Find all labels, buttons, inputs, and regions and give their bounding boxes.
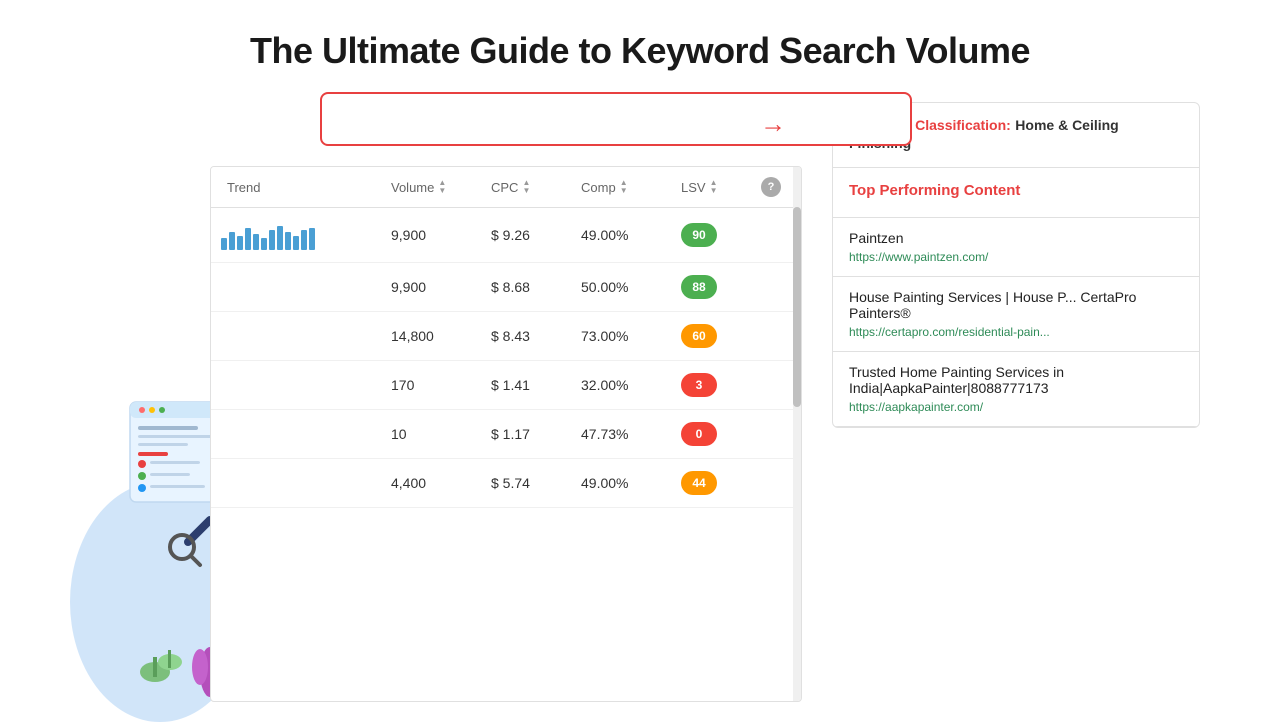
content-item-url[interactable]: https://www.paintzen.com/ xyxy=(849,250,1183,264)
table-row: 9,900 $ 8.68 50.00% 88 xyxy=(211,263,801,312)
left-section: → Trend Volume ▲▼ CPC ▲▼ Comp xyxy=(80,92,802,702)
lsv-cell: 3 xyxy=(681,373,761,397)
table-row: 14,800 $ 8.43 73.00% 60 xyxy=(211,312,801,361)
volume-cell: 10 xyxy=(391,426,491,442)
scrollbar[interactable] xyxy=(793,167,801,701)
table-header: Trend Volume ▲▼ CPC ▲▼ Comp ▲▼ LSV ▲▼ xyxy=(211,167,801,208)
comp-cell: 49.00% xyxy=(581,227,681,243)
sort-cpc-icon[interactable]: ▲▼ xyxy=(522,179,530,195)
keyword-table: Trend Volume ▲▼ CPC ▲▼ Comp ▲▼ LSV ▲▼ xyxy=(210,166,802,702)
table-row: 170 $ 1.41 32.00% 3 xyxy=(211,361,801,410)
top-content-title: Top Performing Content xyxy=(849,182,1183,199)
lsv-cell: 90 xyxy=(681,223,761,247)
sort-lsv-icon[interactable]: ▲▼ xyxy=(710,179,718,195)
cpc-cell: $ 5.74 xyxy=(491,475,581,491)
col-comp[interactable]: Comp ▲▼ xyxy=(581,177,681,197)
comp-cell: 49.00% xyxy=(581,475,681,491)
table-row: 10 $ 1.17 47.73% 0 xyxy=(211,410,801,459)
content-item-title: Trusted Home Painting Services in India|… xyxy=(849,364,1183,396)
col-lsv[interactable]: LSV ▲▼ xyxy=(681,177,761,197)
content-item-title: Paintzen xyxy=(849,230,1183,246)
cpc-cell: $ 8.68 xyxy=(491,279,581,295)
sort-volume-icon[interactable]: ▲▼ xyxy=(438,179,446,195)
volume-cell: 170 xyxy=(391,377,491,393)
comp-cell: 47.73% xyxy=(581,426,681,442)
content-item-url[interactable]: https://certapro.com/residential-pain... xyxy=(849,325,1183,339)
volume-cell: 14,800 xyxy=(391,328,491,344)
content-item-title: House Painting Services | House P... Cer… xyxy=(849,289,1183,321)
col-trend: Trend xyxy=(211,177,391,197)
col-cpc[interactable]: CPC ▲▼ xyxy=(491,177,581,197)
cpc-cell: $ 9.26 xyxy=(491,227,581,243)
search-submit-icon[interactable]: → xyxy=(760,109,786,140)
table-row: 9,900 $ 9.26 49.00% 90 xyxy=(211,208,801,263)
comp-cell: 32.00% xyxy=(581,377,681,393)
col-volume[interactable]: Volume ▲▼ xyxy=(391,177,491,197)
top-performing-content-header: Top Performing Content xyxy=(833,168,1199,218)
lsv-cell: 60 xyxy=(681,324,761,348)
comp-cell: 50.00% xyxy=(581,279,681,295)
cpc-cell: $ 1.17 xyxy=(491,426,581,442)
lsv-cell: 0 xyxy=(681,422,761,446)
cpc-cell: $ 8.43 xyxy=(491,328,581,344)
content-item: House Painting Services | House P... Cer… xyxy=(833,277,1199,352)
page-title: The Ultimate Guide to Keyword Search Vol… xyxy=(0,0,1280,92)
search-input[interactable] xyxy=(320,92,912,146)
cpc-cell: $ 1.41 xyxy=(491,377,581,393)
sort-comp-icon[interactable]: ▲▼ xyxy=(620,179,628,195)
lsv-cell: 88 xyxy=(681,275,761,299)
table-row: 4,400 $ 5.74 49.00% 44 xyxy=(211,459,801,508)
content-item: Paintzen https://www.paintzen.com/ xyxy=(833,218,1199,277)
lsv-cell: 44 xyxy=(681,471,761,495)
volume-cell: 4,400 xyxy=(391,475,491,491)
content-item-url[interactable]: https://aapkapainter.com/ xyxy=(849,400,1183,414)
volume-cell: 9,900 xyxy=(391,227,491,243)
scroll-thumb[interactable] xyxy=(793,207,801,407)
trend-cell xyxy=(211,220,391,250)
help-icon[interactable]: ? xyxy=(761,177,781,197)
comp-cell: 73.00% xyxy=(581,328,681,344)
content-item: Trusted Home Painting Services in India|… xyxy=(833,352,1199,427)
right-panel: Semantic Classification: Home & Ceiling … xyxy=(832,102,1200,428)
volume-cell: 9,900 xyxy=(391,279,491,295)
